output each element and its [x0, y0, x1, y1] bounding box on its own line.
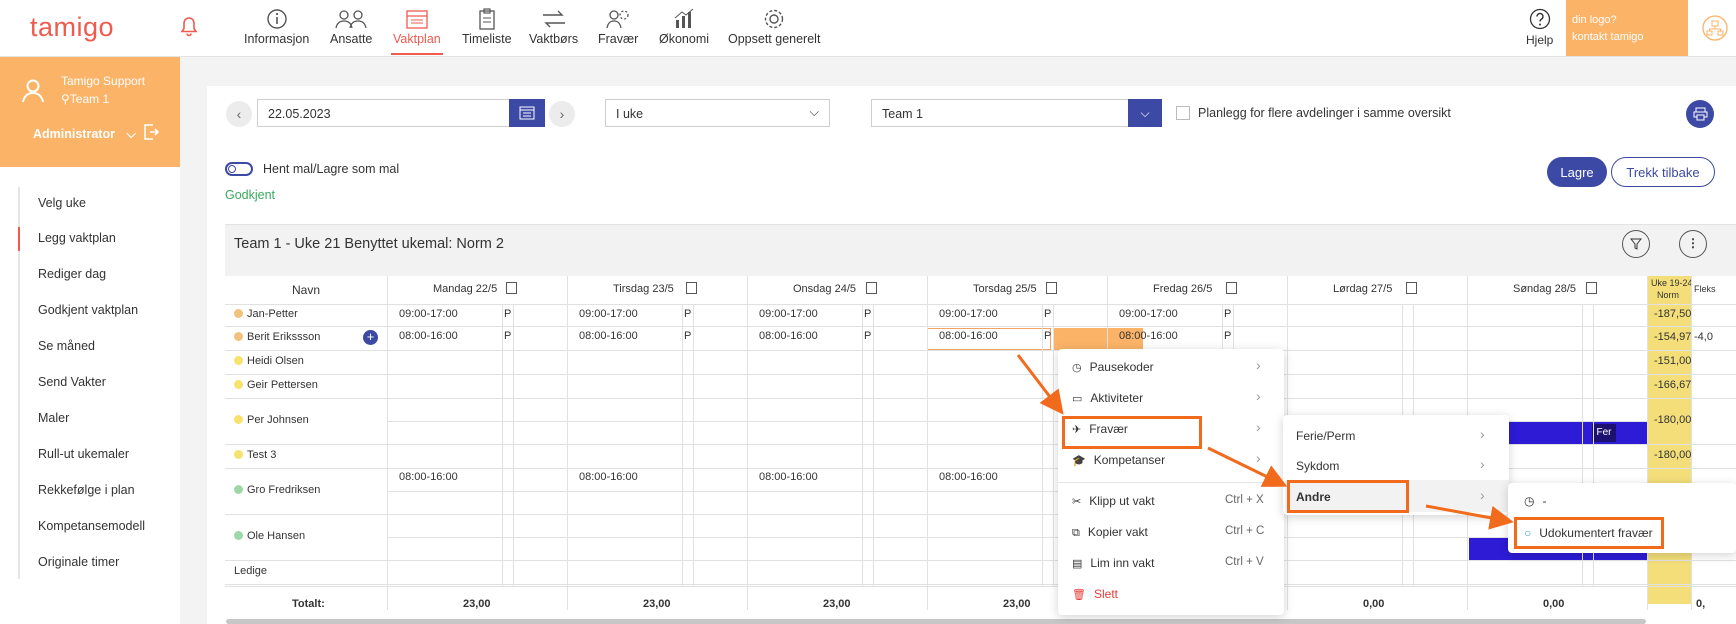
annotation-arrows: [1016, 354, 1514, 530]
